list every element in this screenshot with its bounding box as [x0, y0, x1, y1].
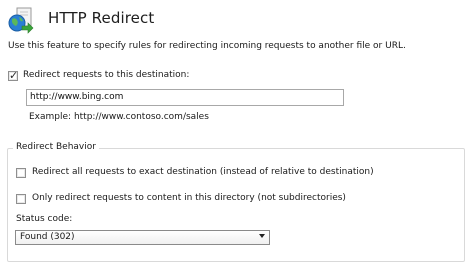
exact-destination-label: Redirect all requests to exact destinati…	[32, 167, 374, 177]
only-directory-label: Only redirect requests to content in thi…	[32, 193, 346, 203]
page-description: Use this feature to specify rules for re…	[8, 41, 406, 51]
status-code-select[interactable]: Found (302)	[15, 230, 270, 245]
destination-url-input[interactable]: http://www.bing.com	[26, 89, 344, 106]
status-code-value: Found (302)	[20, 232, 75, 242]
redirect-checkbox-label: Redirect requests to this destination:	[23, 70, 190, 80]
page-title: HTTP Redirect	[48, 9, 155, 27]
destination-example: Example: http://www.contoso.com/sales	[29, 112, 209, 122]
redirect-checkbox[interactable]: ✓	[8, 69, 19, 82]
status-code-label: Status code:	[16, 214, 73, 224]
globe-redirect-icon	[8, 6, 36, 34]
check-mark-icon: ✓	[9, 69, 19, 82]
exact-destination-checkbox[interactable]	[16, 168, 26, 178]
chevron-down-icon	[259, 234, 265, 238]
redirect-behavior-legend: Redirect Behavior	[13, 142, 99, 152]
only-directory-checkbox[interactable]	[16, 194, 26, 204]
